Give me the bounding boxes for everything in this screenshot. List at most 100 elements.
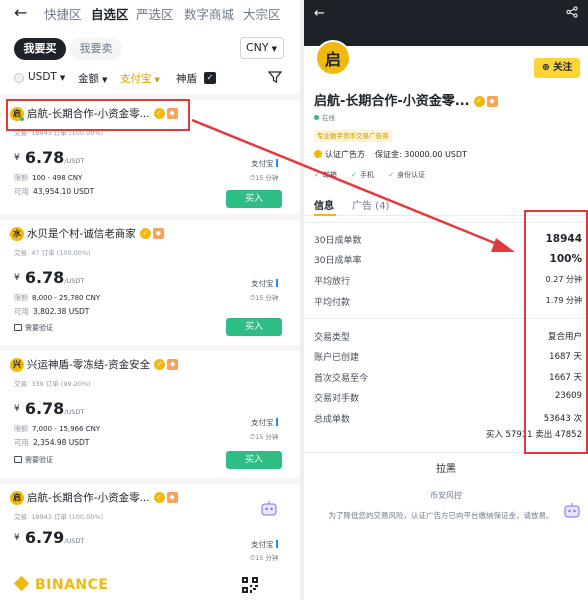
merchant-title[interactable]: 兴兴运神盾-零冻结-资金安全 ✓ ◆ bbox=[10, 357, 179, 375]
risk-control-title: 币安风控 bbox=[430, 491, 462, 500]
tab-info[interactable]: 信息 bbox=[314, 197, 336, 216]
available-label: 可用 bbox=[14, 187, 29, 196]
tab-bulk[interactable]: 大宗区 bbox=[243, 4, 281, 23]
caret-down-icon: ▼ bbox=[102, 76, 108, 84]
divider bbox=[0, 214, 300, 220]
funnel-icon[interactable] bbox=[268, 70, 282, 84]
currency-select[interactable]: CNY ▼ bbox=[240, 37, 284, 59]
available-label: 可用 bbox=[14, 307, 29, 316]
merchant-avatar: 启 bbox=[315, 40, 351, 76]
amount-filter[interactable]: 金额 ▼ bbox=[78, 71, 107, 86]
time-value: 15 分钟 bbox=[255, 433, 279, 441]
sell-toggle-button[interactable]: 我要卖 bbox=[70, 38, 122, 60]
buy-button[interactable]: 买入 bbox=[226, 451, 282, 469]
merchant-stats: 交易: 18943 订单 (100.00%) bbox=[14, 513, 104, 521]
ad-card[interactable]: 启启航-长期合作-小资金零... ✓ ◆ 交易: 18943 订单 (100.00%… bbox=[10, 490, 290, 562]
time-value: 15 分钟 bbox=[255, 294, 279, 302]
ad-available: 可用 3,802.38 USDT bbox=[14, 306, 89, 317]
verify-label: 需要验证 bbox=[25, 324, 53, 332]
limit-label: 限额 bbox=[14, 294, 28, 302]
certified-icon bbox=[314, 150, 322, 158]
ad-limit: 限额 100 - 498 CNY bbox=[14, 173, 82, 183]
support-robot-icon[interactable] bbox=[563, 502, 581, 520]
currency-symbol: ¥ bbox=[14, 273, 20, 283]
follow-label: 关注 bbox=[553, 62, 573, 73]
amount-filter-label: 金额 bbox=[78, 73, 99, 85]
merchant-name: 启航-长期合作-小资金零... bbox=[27, 492, 150, 504]
share-icon[interactable] bbox=[566, 6, 578, 18]
ad-card[interactable]: 水水贝是个村-诚信老商家 ✓ ◆ 交易: 47 订单 (100.00%) ¥ 6.7… bbox=[10, 226, 290, 344]
avatar: 启 bbox=[10, 490, 24, 505]
certification-row: 认证广告方 保证金: 30000.00 USDT bbox=[314, 149, 467, 160]
price-value: 6.78 bbox=[24, 399, 65, 418]
shield-badge-icon: ◆ bbox=[152, 228, 164, 239]
tab-quick[interactable]: 快捷区 bbox=[44, 4, 82, 23]
buy-button[interactable]: 买入 bbox=[226, 190, 282, 208]
payment-label: 支付宝 bbox=[251, 159, 274, 168]
coin-filter[interactable]: USDT ▼ bbox=[28, 71, 65, 83]
tab-selected[interactable]: 严选区 bbox=[136, 4, 174, 23]
check-email-label: 邮箱 bbox=[322, 171, 337, 179]
merchant-title[interactable]: 启启航-长期合作-小资金零... ✓ ◆ bbox=[10, 490, 178, 508]
ad-available: 可用 2,354.98 USDT bbox=[14, 437, 89, 448]
merchant-stats: 交易: 47 订单 (100.00%) bbox=[14, 249, 91, 257]
buy-button[interactable]: 买入 bbox=[226, 318, 282, 336]
price-unit: /USDT bbox=[64, 157, 85, 165]
ad-price: ¥ 6.78/USDT bbox=[14, 268, 84, 287]
coin-filter-label: USDT bbox=[28, 71, 57, 83]
payment-label: 支付宝 bbox=[251, 418, 274, 427]
support-robot-icon[interactable] bbox=[260, 500, 278, 518]
merchant-profile-panel: ← 启 ⊕ 关注 启航-长期合作-小资金零... ✓ ◆ 在线 专业数字货币交易广告… bbox=[304, 0, 588, 600]
merchant-name: 启航-长期合作-小资金零... ✓ ◆ bbox=[314, 90, 498, 109]
payment-bar-icon bbox=[275, 540, 278, 548]
id-card-icon bbox=[14, 456, 22, 463]
merchant-name: 兴运神盾-零冻结-资金安全 bbox=[27, 359, 151, 371]
check-icon: ✓ bbox=[388, 171, 395, 179]
verified-badge-icon: ✓ bbox=[473, 96, 485, 107]
online-label: 在线 bbox=[322, 114, 335, 122]
time-value: 15 分钟 bbox=[255, 174, 279, 182]
stat-label: 账户已创建 bbox=[314, 353, 360, 363]
caret-down-icon: ▼ bbox=[271, 45, 278, 53]
follow-button[interactable]: ⊕ 关注 bbox=[534, 58, 580, 78]
available-value: 43,954.10 USDT bbox=[33, 187, 95, 196]
payment-time: ⏱15 分钟 bbox=[250, 431, 278, 442]
payment-filter[interactable]: 支付宝 ▼ bbox=[120, 71, 160, 86]
time-value: 15 分钟 bbox=[255, 554, 279, 562]
back-arrow-icon[interactable]: ← bbox=[14, 3, 27, 22]
user-plus-icon: ⊕ bbox=[541, 62, 550, 73]
merchant-name-text: 启航-长期合作-小资金零... bbox=[314, 94, 470, 109]
blacklist-button[interactable]: 拉黑 bbox=[304, 460, 588, 475]
buy-toggle-button[interactable]: 我要买 bbox=[14, 38, 66, 60]
limit-value: 7,000 - 15,966 CNY bbox=[32, 425, 101, 433]
currency-symbol: ¥ bbox=[14, 153, 20, 163]
ad-limit: 限额 7,000 - 15,966 CNY bbox=[14, 424, 100, 434]
back-arrow-icon[interactable]: ← bbox=[314, 6, 325, 21]
ad-card[interactable]: 兴兴运神盾-零冻结-资金安全 ✓ ◆ 交易: 339 订单 (99.20%) ¥ 6… bbox=[10, 357, 290, 475]
tab-optional[interactable]: 自选区 bbox=[91, 4, 129, 23]
check-phone-label: 手机 bbox=[359, 171, 374, 179]
shield-checkbox[interactable]: ✓ bbox=[204, 72, 216, 84]
payment-method: 支付宝 bbox=[251, 158, 278, 169]
limit-value: 8,000 - 25,780 CNY bbox=[32, 294, 101, 302]
check-icon: ✓ bbox=[351, 171, 357, 179]
avatar-letter: 兴 bbox=[13, 359, 21, 369]
check-email: ✓ 邮箱 bbox=[314, 171, 337, 179]
shield-badge-icon: ◆ bbox=[486, 96, 498, 107]
certified-label: 认证广告方 bbox=[325, 150, 365, 159]
payment-bar-icon bbox=[275, 159, 278, 167]
stat-label: 交易类型 bbox=[314, 333, 351, 343]
verification-checks: ✓ 邮箱 ✓ 手机 ✓ 身份认证 bbox=[314, 170, 437, 180]
tab-ads[interactable]: 广告 (4) bbox=[352, 197, 389, 212]
online-status: 在线 bbox=[314, 112, 335, 122]
verified-badge-icon: ✓ bbox=[139, 228, 151, 239]
tab-digital-mall[interactable]: 数字商城 bbox=[184, 4, 234, 23]
stat-label: 30日成单率 bbox=[314, 256, 362, 266]
qr-code-icon bbox=[242, 577, 258, 593]
radio-icon[interactable] bbox=[14, 73, 24, 83]
risk-control-text: 为了降低您的交易风险，认证广告方已向平台缴纳保证金，请放易。 bbox=[328, 511, 554, 520]
stat-label: 平均付款 bbox=[314, 298, 351, 308]
shield-badge-icon: ◆ bbox=[167, 359, 179, 370]
payment-method: 支付宝 bbox=[251, 417, 278, 428]
merchant-title[interactable]: 水水贝是个村-诚信老商家 ✓ ◆ bbox=[10, 226, 164, 244]
